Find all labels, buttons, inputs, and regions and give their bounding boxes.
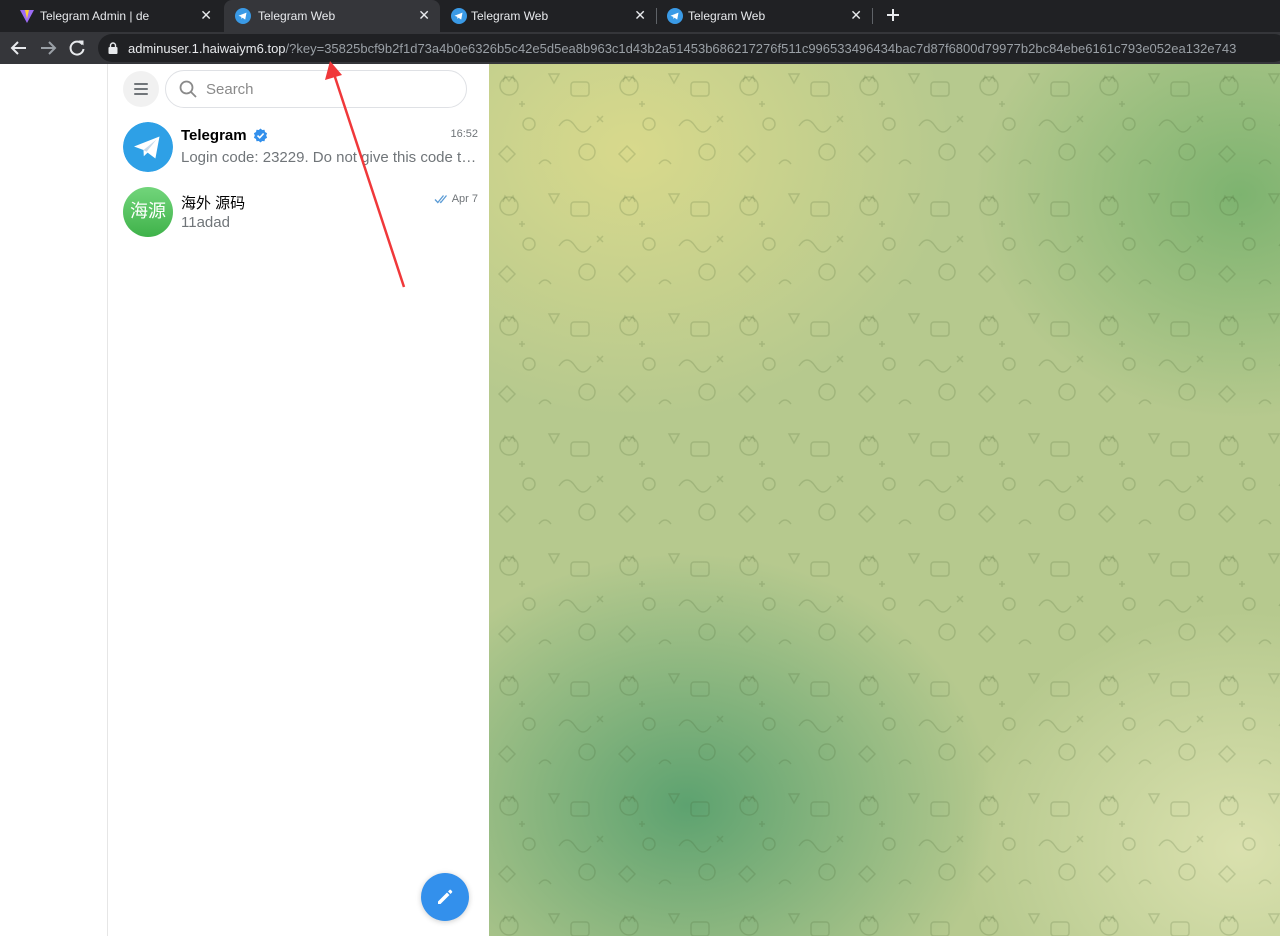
chat-name: Telegram bbox=[181, 127, 247, 144]
search-bar[interactable] bbox=[165, 70, 467, 108]
browser-tab-bar: Telegram Admin | de ✕ Telegram Web ✕ Tel… bbox=[0, 0, 1280, 32]
forward-arrow-icon[interactable] bbox=[37, 37, 59, 59]
verified-badge-icon bbox=[253, 128, 268, 143]
tab-title: Telegram Admin | de bbox=[40, 9, 150, 23]
avatar-initials: 海源 bbox=[123, 187, 173, 237]
close-icon[interactable]: ✕ bbox=[418, 7, 430, 23]
avatar: 海源 bbox=[123, 187, 173, 237]
left-gutter bbox=[0, 64, 108, 936]
tab-title: Telegram Web bbox=[688, 9, 766, 23]
chat-list-sidebar: Telegram 16:52 Login code: 23229. Do not… bbox=[108, 64, 489, 936]
chat-time: Apr 7 bbox=[451, 193, 478, 205]
tab-title: Telegram Web bbox=[471, 9, 549, 23]
new-message-button[interactable] bbox=[421, 873, 469, 921]
new-tab-button[interactable] bbox=[882, 4, 904, 26]
annotation-arrow-icon bbox=[325, 61, 406, 288]
hamburger-icon bbox=[134, 83, 148, 85]
browser-toolbar: adminuser.1.haiwaiym6.top/?key=35825bcf9… bbox=[0, 32, 1280, 64]
pencil-icon bbox=[438, 889, 453, 904]
chat-time: 16:52 bbox=[450, 128, 478, 140]
doodle-pattern bbox=[489, 64, 1280, 936]
telegram-logo-icon bbox=[123, 122, 173, 172]
telegram-icon bbox=[667, 8, 683, 24]
telegram-icon bbox=[451, 8, 467, 24]
hamburger-icon-line bbox=[134, 88, 148, 90]
chat-item-haiwai-yuanma[interactable]: 海源 海外 源码 Apr 7 11adad bbox=[116, 181, 482, 245]
back-arrow-icon[interactable] bbox=[8, 37, 30, 59]
url-host: adminuser.1.haiwaiym6.top bbox=[128, 41, 286, 56]
close-icon[interactable]: ✕ bbox=[850, 7, 862, 23]
tab-title: Telegram Web bbox=[258, 9, 336, 23]
search-icon bbox=[179, 80, 197, 98]
browser-tab-telegram-web-3[interactable]: Telegram Web ✕ bbox=[656, 0, 872, 32]
close-icon[interactable]: ✕ bbox=[200, 7, 212, 23]
close-icon[interactable]: ✕ bbox=[634, 7, 646, 23]
browser-tab-telegram-web-active[interactable]: Telegram Web ✕ bbox=[224, 0, 440, 32]
url-text[interactable]: adminuser.1.haiwaiym6.top/?key=35825bcf9… bbox=[128, 41, 1236, 56]
plus-icon bbox=[887, 9, 899, 21]
double-check-icon bbox=[434, 195, 448, 204]
lock-icon[interactable] bbox=[108, 42, 118, 54]
avatar bbox=[123, 122, 173, 172]
chat-item-telegram[interactable]: Telegram 16:52 Login code: 23229. Do not… bbox=[116, 116, 482, 180]
tab-separator bbox=[872, 8, 873, 24]
telegram-icon bbox=[235, 8, 251, 24]
vite-icon bbox=[20, 10, 34, 23]
url-path: /?key=35825bcf9b2f1d73a4b0e6326b5c42e5d5… bbox=[285, 41, 1237, 56]
hamburger-icon-line bbox=[134, 93, 148, 95]
main-menu-button[interactable] bbox=[123, 71, 159, 107]
chat-name: 海外 源码 bbox=[181, 195, 246, 212]
address-bar[interactable]: adminuser.1.haiwaiym6.top/?key=35825bcf9… bbox=[98, 34, 1280, 62]
browser-tab-telegram-web-2[interactable]: Telegram Web ✕ bbox=[440, 0, 656, 32]
browser-tab-telegram-admin[interactable]: Telegram Admin | de ✕ bbox=[8, 0, 222, 32]
chat-background bbox=[489, 64, 1280, 936]
reload-icon[interactable] bbox=[66, 37, 88, 59]
